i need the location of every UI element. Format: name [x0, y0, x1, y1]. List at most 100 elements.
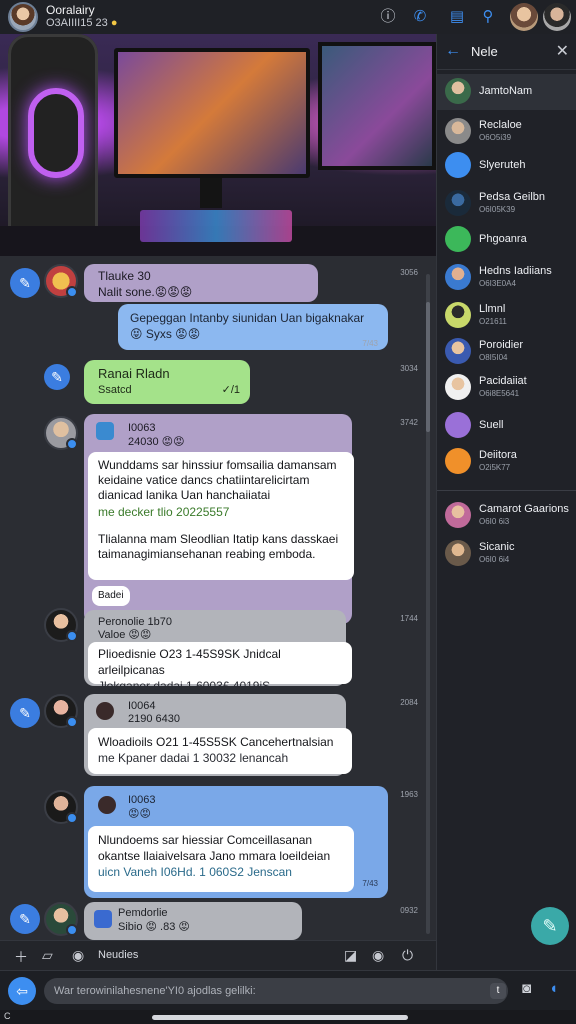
message-bubble-outgoing[interactable]: Gepeggan Intanby siunidan Uan bigaknakar… [118, 304, 388, 350]
avatar[interactable] [44, 790, 78, 824]
hero-monitor [114, 48, 310, 178]
top-bar: Ooralairy O3AIIII15 23 ● ⓘ ✆ ▤ ⚲ [0, 0, 576, 34]
attachment-icon [96, 702, 114, 720]
contact-subtitle: O6I0 6i4 [479, 555, 510, 564]
message-bubble[interactable]: Pemdorlie Sibio 😡 .83 😡 [84, 902, 302, 940]
contact-item[interactable]: JamtoNam [437, 74, 576, 110]
edit-icon[interactable]: ▱ [42, 947, 53, 964]
message-text: Nalit sone.😡😡😡 [98, 285, 193, 299]
message-bubble[interactable]: Tlauke 30 Nalit sone.😡😡😡 [84, 264, 318, 302]
avatar[interactable] [44, 694, 78, 728]
camera-icon[interactable]: ◉ [372, 947, 384, 964]
message-bubble[interactable]: I0063 😡😡 Nlundoems sar hiessiar Comceill… [84, 786, 388, 898]
contact-avatar [445, 190, 471, 216]
contact-name: Suell [479, 419, 504, 431]
message-bubble[interactable]: Ranai Rladn Ssatcd ✓/1 [84, 360, 250, 404]
message-card: Plioedisnie O23 1-45S9SK Jnidcal arleilp… [88, 642, 352, 693]
contact-item[interactable]: Pacidaiiat O6i8E5641 [437, 370, 576, 406]
timestamp: 3056 [400, 268, 418, 277]
message-card: Wloadioils O21 1-45S5SK Cancehertnalsian… [88, 728, 352, 774]
close-icon[interactable]: ✕ [556, 41, 569, 61]
forward-icon[interactable]: ✎ [44, 364, 70, 390]
attachment-icon [94, 910, 112, 928]
compose-button[interactable]: ✎ [531, 907, 569, 945]
tool-icon[interactable]: ✎ [10, 268, 40, 298]
search-icon[interactable]: ⚲ [478, 7, 498, 27]
contact-item[interactable]: Pedsa Geilbn O6I05K39 [437, 186, 576, 222]
reply-chip[interactable]: Badei [92, 586, 130, 606]
panel-title: Nele [471, 44, 498, 59]
phone-icon[interactable]: ✆ [410, 7, 430, 27]
sticker-icon[interactable]: ◪ [344, 947, 357, 964]
contact-subtitle: O6I0 6i3 [479, 517, 510, 526]
contact-item[interactable]: Reclaloe O6O5i39 [437, 114, 576, 150]
scrollbar-thumb[interactable] [426, 302, 430, 432]
contact-avatar [445, 448, 471, 474]
toolbar-label[interactable]: Neudies [98, 949, 138, 961]
message-card: Wunddams sar hinssiur fomsailia damansam… [88, 452, 354, 580]
verified-badge [66, 716, 78, 728]
contact-item[interactable]: Suell [437, 408, 576, 444]
home-indicator[interactable] [152, 1015, 408, 1020]
contact-item[interactable]: Poroidier O8I5I04 [437, 334, 576, 370]
record-icon[interactable]: ◉ [72, 947, 84, 964]
message-sub: Valoe 😡😡 [98, 629, 152, 641]
contact-name: Reclaloe [479, 119, 522, 131]
timestamp: 3742 [400, 418, 418, 427]
info-icon[interactable]: ⓘ [378, 7, 398, 27]
contact-name: Deiitora [479, 449, 517, 461]
contact-item[interactable]: Hedns Iadiians O6I3E0A4 [437, 260, 576, 296]
message-sub: 2190 6430 [128, 713, 180, 725]
contact-subtitle: O6O5i39 [479, 133, 512, 142]
user-avatar-secondary[interactable] [543, 3, 571, 31]
chat-avatar[interactable] [8, 2, 38, 32]
contact-item[interactable]: Sicanic O6I0 6i4 [437, 536, 576, 572]
emoji-icon[interactable]: t [490, 983, 506, 999]
contact-item[interactable]: Camarot Gaarions O6I0 6i3 [437, 498, 576, 534]
avatar[interactable] [44, 264, 78, 298]
add-icon[interactable]: ＋ [14, 947, 28, 967]
contact-avatar [445, 374, 471, 400]
avatar[interactable] [44, 902, 78, 936]
contact-item[interactable]: Deiitora O2i5K77 [437, 444, 576, 480]
message-input[interactable] [44, 978, 508, 1004]
tool-icon[interactable]: ✎ [10, 904, 40, 934]
contact-name: Poroidier [479, 339, 524, 351]
system-status: C [4, 1011, 11, 1021]
message-bubble[interactable]: Peronolie 1b70 Valoe 😡😡 Plioedisnie O23 … [84, 610, 352, 693]
gallery-icon[interactable]: ◙ [522, 980, 531, 997]
contact-avatar [445, 338, 471, 364]
contact-item[interactable]: Llmnl O21611 [437, 298, 576, 334]
hero-image [0, 34, 436, 256]
hero-monitor-secondary [318, 42, 436, 170]
tool-icon[interactable]: ✎ [10, 698, 40, 728]
sidebar-icon[interactable]: ▤ [447, 7, 467, 27]
attachment-icon [98, 796, 116, 814]
avatar[interactable] [44, 608, 78, 642]
attach-button[interactable]: ⇦ [8, 977, 36, 1005]
emoji-reactions: 😡😡 [128, 808, 151, 820]
emoji-reactions: 😝 Syxs 😡😡 [130, 327, 201, 341]
avatar[interactable] [44, 416, 78, 450]
panel-header: ← Nele ✕ [437, 34, 576, 70]
contact-item[interactable]: Slyeruteh [437, 148, 576, 184]
message-highlight: me Kpaner dadai 1 30032 lenancah [98, 751, 289, 765]
contact-avatar [445, 302, 471, 328]
user-avatar[interactable] [510, 3, 538, 31]
contact-item[interactable]: Phgoanra [437, 222, 576, 258]
message-highlight: Jlokganer dadai 1 6003£ 4019iS [98, 679, 271, 693]
back-arrow-icon[interactable]: ← [445, 42, 461, 60]
timestamp: 1744 [400, 614, 418, 623]
send-icon[interactable]: ◖ [549, 980, 558, 997]
bottom-toolbar: ＋ ▱ ◉ Neudies ◪ ◉ ⏻ [0, 940, 436, 970]
verified-badge [66, 630, 78, 642]
message-text: Nlundoems sar hiessiar Comceillasanan ok… [98, 833, 331, 863]
message-text: Plioedisnie O23 1-45S9SK Jnidcal arleilp… [98, 647, 281, 677]
system-bar: C [0, 1010, 576, 1024]
attachment-icon [96, 422, 114, 440]
message-bubble[interactable]: I0063 24030 😡😡 Wunddams sar hinssiur fom… [84, 414, 354, 624]
contact-name: Hedns Iadiians [479, 265, 552, 277]
message-bubble[interactable]: I0064 2190 6430 Wloadioils O21 1-45S5SK … [84, 694, 352, 776]
mic-icon[interactable]: ⏻ [402, 947, 413, 964]
contact-avatar [445, 264, 471, 290]
